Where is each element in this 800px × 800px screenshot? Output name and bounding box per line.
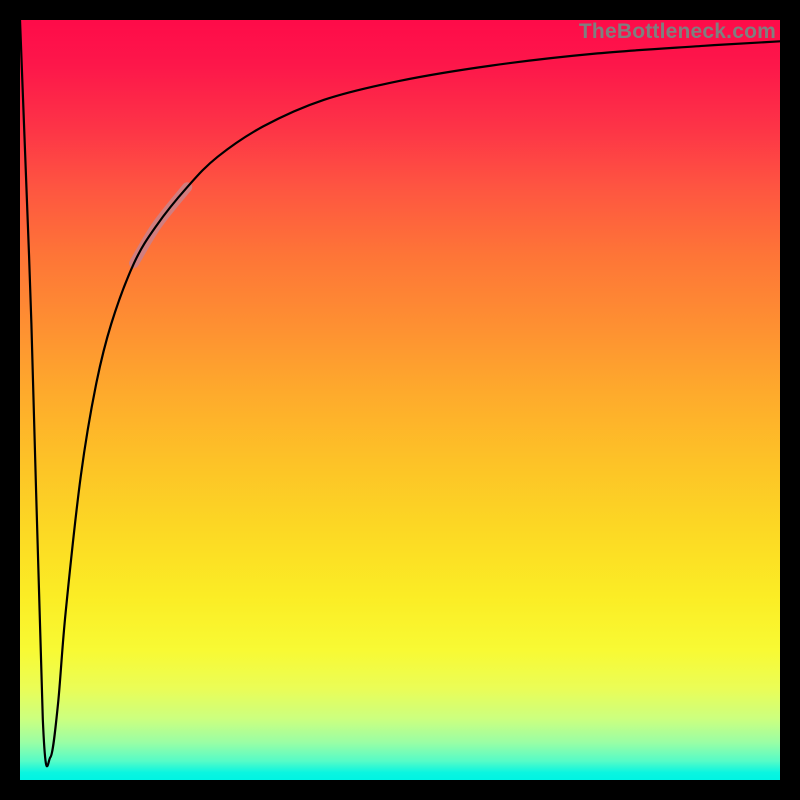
frame-border bbox=[0, 780, 800, 800]
watermark-text: TheBottleneck.com bbox=[579, 20, 776, 44]
curve-highlight-segment bbox=[134, 187, 187, 263]
frame-border bbox=[0, 0, 800, 20]
plot-area: TheBottleneck.com bbox=[20, 20, 780, 780]
frame-border bbox=[780, 0, 800, 800]
chart-stage: TheBottleneck.com bbox=[0, 0, 800, 800]
curve-svg bbox=[20, 20, 780, 780]
frame-border bbox=[0, 0, 20, 800]
bottleneck-curve bbox=[20, 20, 780, 766]
